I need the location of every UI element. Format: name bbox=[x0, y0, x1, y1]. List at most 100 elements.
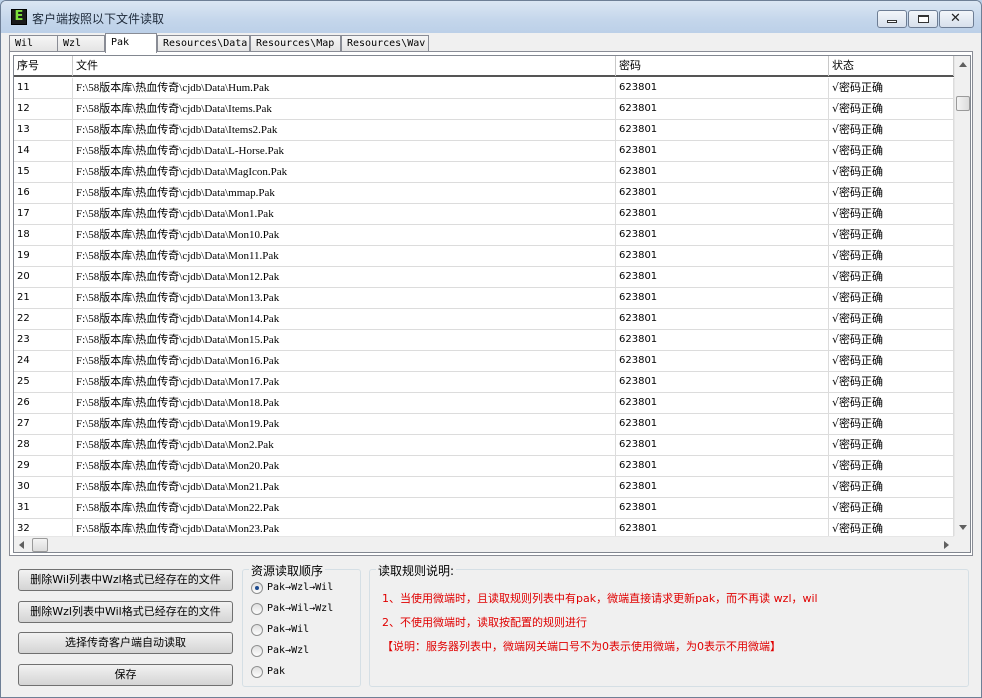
cell-index: 19 bbox=[14, 246, 73, 266]
table-row[interactable]: 22 F:\58版本库\热血传奇\cjdb\Data\Mon14.Pak 62380… bbox=[14, 309, 954, 330]
scroll-down-arrow-icon[interactable] bbox=[959, 525, 967, 530]
cell-file: F:\58版本库\热血传奇\cjdb\Data\Mon12.Pak bbox=[73, 267, 616, 287]
radio-icon bbox=[251, 603, 263, 615]
cell-password: 623801 bbox=[616, 246, 829, 266]
rule-line-1: 1、当使用微端时，且读取规则列表中有pak，微端直接请求更新pak，而不再读 w… bbox=[382, 592, 818, 605]
cell-status: √密码正确 bbox=[829, 456, 954, 476]
horizontal-scroll-thumb[interactable] bbox=[32, 538, 48, 552]
cell-status: √密码正确 bbox=[829, 414, 954, 434]
cell-file: F:\58版本库\热血传奇\cjdb\Data\Mon21.Pak bbox=[73, 477, 616, 497]
cell-file: F:\58版本库\热血传奇\cjdb\Data\mmap.Pak bbox=[73, 183, 616, 203]
column-header-password[interactable]: 密码 bbox=[616, 56, 829, 76]
table-row[interactable]: 23 F:\58版本库\热血传奇\cjdb\Data\Mon15.Pak 62380… bbox=[14, 330, 954, 351]
table-row[interactable]: 15 F:\58版本库\热血传奇\cjdb\Data\MagIcon.Pak 623… bbox=[14, 162, 954, 183]
cell-status: √密码正确 bbox=[829, 120, 954, 140]
column-header-status[interactable]: 状态 bbox=[829, 56, 954, 76]
cell-file: F:\58版本库\热血传奇\cjdb\Data\Mon13.Pak bbox=[73, 288, 616, 308]
cell-file: F:\58版本库\热血传奇\cjdb\Data\Mon10.Pak bbox=[73, 225, 616, 245]
table-row[interactable]: 29 F:\58版本库\热血传奇\cjdb\Data\Mon20.Pak 62380… bbox=[14, 456, 954, 477]
maximize-icon bbox=[918, 15, 929, 23]
cell-index: 31 bbox=[14, 498, 73, 518]
scroll-left-arrow-icon[interactable] bbox=[19, 541, 24, 549]
cell-file: F:\58版本库\热血传奇\cjdb\Data\Mon15.Pak bbox=[73, 330, 616, 350]
cell-index: 11 bbox=[14, 78, 73, 98]
cell-status: √密码正确 bbox=[829, 246, 954, 266]
cell-status: √密码正确 bbox=[829, 204, 954, 224]
delete-wil-in-wzl-button[interactable]: 删除Wzl列表中Wil格式已经存在的文件 bbox=[18, 601, 233, 623]
scroll-right-arrow-icon[interactable] bbox=[944, 541, 949, 549]
cell-file: F:\58版本库\热血传奇\cjdb\Data\Mon22.Pak bbox=[73, 498, 616, 518]
table-row[interactable]: 16 F:\58版本库\热血传奇\cjdb\Data\mmap.Pak 623801… bbox=[14, 183, 954, 204]
cell-status: √密码正确 bbox=[829, 267, 954, 287]
cell-file: F:\58版本库\热血传奇\cjdb\Data\Mon11.Pak bbox=[73, 246, 616, 266]
order-radio-pak-wzl-wil[interactable]: Pak→Wzl→Wil bbox=[251, 580, 333, 596]
cell-status: √密码正确 bbox=[829, 183, 954, 203]
cell-file: F:\58版本库\热血传奇\cjdb\Data\Mon17.Pak bbox=[73, 372, 616, 392]
cell-index: 28 bbox=[14, 435, 73, 455]
cell-index: 15 bbox=[14, 162, 73, 182]
table-row[interactable]: 25 F:\58版本库\热血传奇\cjdb\Data\Mon17.Pak 62380… bbox=[14, 372, 954, 393]
rule-line-2: 2、不使用微端时，读取按配置的规则进行 bbox=[382, 616, 587, 629]
column-header-file[interactable]: 文件 bbox=[73, 56, 616, 76]
table-row[interactable]: 24 F:\58版本库\热血传奇\cjdb\Data\Mon16.Pak 62380… bbox=[14, 351, 954, 372]
minimize-button[interactable] bbox=[877, 10, 907, 28]
table-row[interactable]: 21 F:\58版本库\热血传奇\cjdb\Data\Mon13.Pak 62380… bbox=[14, 288, 954, 309]
cell-password: 623801 bbox=[616, 372, 829, 392]
cell-status: √密码正确 bbox=[829, 162, 954, 182]
table-row[interactable]: 31 F:\58版本库\热血传奇\cjdb\Data\Mon22.Pak 62380… bbox=[14, 498, 954, 519]
cell-password: 623801 bbox=[616, 393, 829, 413]
radio-icon bbox=[251, 645, 263, 657]
horizontal-scrollbar[interactable] bbox=[14, 536, 954, 552]
save-button[interactable]: 保存 bbox=[18, 664, 233, 686]
table-row[interactable]: 19 F:\58版本库\热血传奇\cjdb\Data\Mon11.Pak 62380… bbox=[14, 246, 954, 267]
delete-wzl-in-wil-button[interactable]: 删除Wil列表中Wzl格式已经存在的文件 bbox=[18, 569, 233, 591]
rule-note: 【说明：服务器列表中，微端网关端口号不为0表示使用微端，为0表示不用微端】 bbox=[382, 640, 781, 653]
scroll-up-arrow-icon[interactable] bbox=[959, 62, 967, 67]
read-rules-label: 读取规则说明: bbox=[376, 562, 457, 579]
tab-resources-map[interactable]: Resources\Map bbox=[250, 35, 341, 52]
table-row[interactable]: 13 F:\58版本库\热血传奇\cjdb\Data\Items2.Pak 6238… bbox=[14, 120, 954, 141]
vertical-scrollbar[interactable] bbox=[954, 56, 970, 536]
cell-status: √密码正确 bbox=[829, 225, 954, 245]
tab-wzl[interactable]: Wzl bbox=[57, 35, 105, 52]
table-row[interactable]: 27 F:\58版本库\热血传奇\cjdb\Data\Mon19.Pak 62380… bbox=[14, 414, 954, 435]
cell-index: 12 bbox=[14, 99, 73, 119]
tab-pak[interactable]: Pak bbox=[105, 33, 157, 53]
table-row[interactable]: 20 F:\58版本库\热血传奇\cjdb\Data\Mon12.Pak 62380… bbox=[14, 267, 954, 288]
tab-resources-data[interactable]: Resources\Data bbox=[157, 35, 250, 52]
cell-file: F:\58版本库\热血传奇\cjdb\Data\Mon1.Pak bbox=[73, 204, 616, 224]
table-row[interactable]: 18 F:\58版本库\热血传奇\cjdb\Data\Mon10.Pak 62380… bbox=[14, 225, 954, 246]
file-list-grid[interactable]: 序号 文件 密码 状态 11 F:\58版本库\热血传奇\cjdb\Data\Hu… bbox=[13, 55, 971, 553]
order-radio-pak-wzl[interactable]: Pak→Wzl bbox=[251, 643, 309, 659]
cell-index: 22 bbox=[14, 309, 73, 329]
tab-resources-wav[interactable]: Resources\Wav bbox=[341, 35, 429, 52]
cell-index: 14 bbox=[14, 141, 73, 161]
tab-wil[interactable]: Wil bbox=[9, 35, 58, 52]
cell-password: 623801 bbox=[616, 330, 829, 350]
table-row[interactable]: 17 F:\58版本库\热血传奇\cjdb\Data\Mon1.Pak 623801… bbox=[14, 204, 954, 225]
cell-status: √密码正确 bbox=[829, 288, 954, 308]
cell-password: 623801 bbox=[616, 120, 829, 140]
close-button[interactable]: ✕ bbox=[939, 10, 974, 28]
cell-file: F:\58版本库\热血传奇\cjdb\Data\MagIcon.Pak bbox=[73, 162, 616, 182]
table-row[interactable]: 14 F:\58版本库\热血传奇\cjdb\Data\L-Horse.Pak 623… bbox=[14, 141, 954, 162]
cell-file: F:\58版本库\热血传奇\cjdb\Data\Mon20.Pak bbox=[73, 456, 616, 476]
vertical-scroll-thumb[interactable] bbox=[956, 96, 970, 111]
auto-read-client-button[interactable]: 选择传奇客户端自动读取 bbox=[18, 632, 233, 654]
maximize-button[interactable] bbox=[908, 10, 938, 28]
cell-password: 623801 bbox=[616, 78, 829, 98]
table-row[interactable]: 11 F:\58版本库\热血传奇\cjdb\Data\Hum.Pak 623801 √… bbox=[14, 78, 954, 99]
table-row[interactable]: 26 F:\58版本库\热血传奇\cjdb\Data\Mon18.Pak 62380… bbox=[14, 393, 954, 414]
cell-index: 20 bbox=[14, 267, 73, 287]
title-bar[interactable]: E 客户端按照以下文件读取 ✕ bbox=[1, 1, 981, 33]
order-radio-pak-wil[interactable]: Pak→Wil bbox=[251, 622, 309, 638]
column-header-index[interactable]: 序号 bbox=[14, 56, 73, 76]
table-row[interactable]: 12 F:\58版本库\热血传奇\cjdb\Data\Items.Pak 62380… bbox=[14, 99, 954, 120]
cell-password: 623801 bbox=[616, 477, 829, 497]
table-row[interactable]: 28 F:\58版本库\热血传奇\cjdb\Data\Mon2.Pak 623801… bbox=[14, 435, 954, 456]
bottom-panel: 删除Wil列表中Wzl格式已经存在的文件 删除Wzl列表中Wil格式已经存在的文… bbox=[9, 559, 973, 691]
cell-status: √密码正确 bbox=[829, 351, 954, 371]
order-radio-pak[interactable]: Pak bbox=[251, 664, 285, 680]
table-row[interactable]: 30 F:\58版本库\热血传奇\cjdb\Data\Mon21.Pak 62380… bbox=[14, 477, 954, 498]
order-radio-pak-wil-wzl[interactable]: Pak→Wil→Wzl bbox=[251, 601, 333, 617]
